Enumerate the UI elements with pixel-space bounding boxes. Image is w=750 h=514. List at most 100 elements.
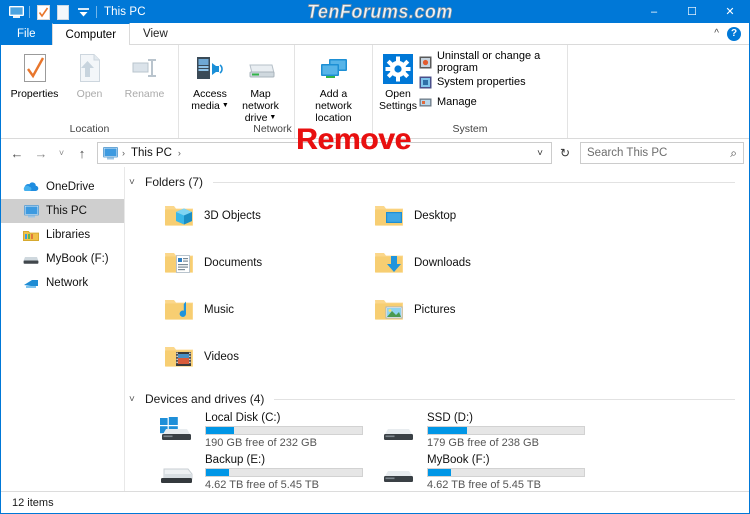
breadcrumb-separator-1[interactable]: ›: [177, 148, 182, 158]
table-cell-name: Local Disk (C:): [205, 411, 281, 424]
chevron-down-icon-2: ▼: [267, 114, 277, 122]
folder-videos-icon: [163, 341, 195, 373]
chevron-down-icon-folders[interactable]: ˅: [129, 177, 139, 188]
forward-button[interactable]: →: [30, 142, 52, 164]
folder-desktop-icon: [373, 200, 405, 232]
group-header-devices[interactable]: ˅ Devices and drives (4): [129, 388, 749, 409]
table-cell-name: MyBook (F:): [427, 453, 490, 466]
rename-icon: [130, 53, 160, 85]
breadcrumb-this-pc[interactable]: This PC: [129, 147, 174, 159]
chevron-up-icon[interactable]: ^: [714, 28, 719, 39]
manage-button[interactable]: Manage: [417, 93, 561, 111]
list-item-label: Downloads: [414, 256, 471, 269]
open-button[interactable]: Open: [62, 50, 117, 100]
list-item[interactable]: Videos: [163, 333, 373, 380]
tab-view[interactable]: View: [130, 23, 181, 45]
sidebar-item-mybook-label: MyBook (F:): [46, 253, 109, 265]
group-title-folders: Folders (7): [145, 175, 204, 189]
group-divider-devices: [274, 398, 735, 400]
list-item[interactable]: Desktop: [373, 192, 583, 239]
list-item[interactable]: Music: [163, 286, 373, 333]
search-placeholder: Search This PC: [587, 147, 668, 159]
sidebar-item-network-label: Network: [46, 277, 89, 289]
refresh-button[interactable]: ↻: [554, 142, 576, 164]
map-network-drive-button[interactable]: Map network drive ▼: [233, 50, 288, 124]
pc-icon: [103, 146, 118, 160]
list-item[interactable]: 3D Objects: [163, 192, 373, 239]
table-row[interactable]: SSD (D:) 179 GB free of 238 GB: [379, 409, 601, 451]
table-row[interactable]: MyBook (F:) 4.62 TB free of 5.45 TB: [379, 451, 601, 491]
capacity-bar: [205, 467, 363, 477]
sidebar-item-libraries[interactable]: Libraries: [1, 223, 124, 247]
ribbon-group-system-label: System: [452, 123, 488, 135]
open-settings-button[interactable]: Open Settings: [379, 50, 417, 112]
sidebar-item-onedrive[interactable]: OneDrive: [1, 175, 124, 199]
qat-separator: [29, 6, 30, 18]
properties-icon[interactable]: [33, 2, 53, 22]
tab-file[interactable]: File: [1, 23, 52, 45]
rename-label: Rename: [124, 88, 165, 100]
chevron-down-icon-devices[interactable]: ˅: [129, 394, 139, 405]
new-folder-icon[interactable]: [53, 2, 73, 22]
list-item[interactable]: Documents: [163, 239, 373, 286]
customize-chevron-icon[interactable]: [73, 2, 93, 22]
window-title: This PC: [104, 6, 146, 18]
back-button[interactable]: ←: [6, 142, 28, 164]
search-input[interactable]: Search This PC ⌕: [580, 142, 744, 164]
pc-icon[interactable]: [6, 2, 26, 22]
onedrive-icon: [23, 179, 39, 195]
open-label: Open: [76, 88, 103, 100]
ribbon-group-network-add-label: [295, 124, 372, 139]
sidebar-item-network[interactable]: Network: [1, 271, 124, 295]
list-item-label: Desktop: [414, 209, 457, 222]
access-media-label: Access media ▼: [191, 88, 228, 112]
address-field[interactable]: › This PC › ˅: [97, 142, 552, 164]
search-icon: ⌕: [730, 145, 737, 160]
list-item-label: 3D Objects: [204, 209, 261, 222]
access-media-button[interactable]: Access media ▼: [187, 50, 233, 112]
file-list-content[interactable]: ˅ Folders (7) 3D Objects Desktop Documen…: [125, 167, 749, 491]
manage-label: Manage: [436, 96, 477, 108]
capacity-bar: [427, 467, 585, 477]
tab-computer[interactable]: Computer: [51, 23, 131, 46]
minimize-button[interactable]: –: [635, 1, 673, 23]
system-small-buttons: Uninstall or change a program System pro…: [417, 50, 561, 111]
capacity-bar-fill: [428, 468, 452, 476]
list-item[interactable]: Pictures: [373, 286, 583, 333]
maximize-button[interactable]: ☐: [673, 1, 711, 23]
help-icon[interactable]: ?: [727, 26, 741, 41]
table-row[interactable]: Local Disk (C:) 190 GB free of 232 GB: [157, 409, 379, 451]
address-dropdown-icon[interactable]: ˅: [531, 148, 549, 159]
sidebar-item-this-pc[interactable]: This PC: [1, 199, 124, 223]
group-title-devices: Devices and drives (4): [145, 392, 265, 406]
table-row[interactable]: Backup (E:) 4.62 TB free of 5.45 TB: [157, 451, 379, 491]
table-cell-free: 4.62 TB free of 5.45 TB: [205, 478, 319, 491]
uninstall-program-button[interactable]: Uninstall or change a program: [417, 50, 561, 74]
open-settings-label: Open Settings: [379, 88, 417, 112]
recent-locations-button[interactable]: ˅: [54, 142, 69, 164]
rename-button[interactable]: Rename: [117, 50, 172, 100]
properties-button[interactable]: Properties: [7, 50, 62, 100]
add-network-location-button[interactable]: Add a network location: [301, 50, 366, 124]
group-header-folders[interactable]: ˅ Folders (7): [129, 171, 749, 192]
drive-info: SSD (D:) 179 GB free of 238 GB: [427, 412, 587, 449]
ribbon: Properties Open Rename Location Access m…: [1, 45, 749, 139]
drive-icon: [379, 456, 419, 488]
up-button[interactable]: ↑: [71, 142, 93, 164]
add-loc-label-l2: location: [315, 112, 352, 125]
ribbon-empty-area: [568, 45, 749, 138]
folder-music-icon: [163, 294, 195, 326]
access-media-label-l2: media: [191, 100, 220, 113]
open-settings-label-l2: Settings: [379, 100, 417, 113]
list-item[interactable]: Downloads: [373, 239, 583, 286]
system-properties-button[interactable]: System properties: [417, 73, 561, 91]
file-explorer-window: This PC TenForums.com – ☐ ✕ File Compute…: [0, 0, 750, 514]
breadcrumb-separator-0[interactable]: ›: [121, 148, 126, 158]
group-divider-folders: [213, 181, 735, 183]
address-bar: ← → ˅ ↑ › This PC › ˅ ↻ Search This PC ⌕: [1, 139, 749, 167]
qat-separator-2: [96, 6, 97, 18]
close-button[interactable]: ✕: [711, 1, 749, 23]
windows-drive-icon: [157, 414, 197, 446]
external-drive-icon: [157, 456, 197, 488]
sidebar-item-mybook[interactable]: MyBook (F:): [1, 247, 124, 271]
